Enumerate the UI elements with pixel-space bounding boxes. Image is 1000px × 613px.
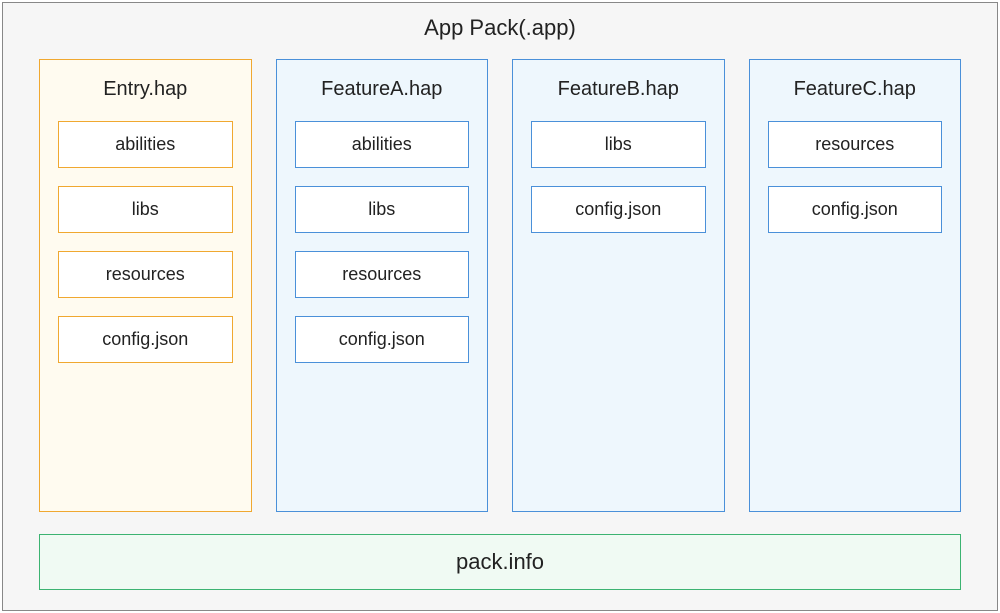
hap-item-libs: libs	[58, 186, 233, 233]
hap-item-abilities: abilities	[58, 121, 233, 168]
hap-item-libs: libs	[295, 186, 470, 233]
pack-info-box: pack.info	[39, 534, 961, 590]
hap-item-config: config.json	[58, 316, 233, 363]
hap-entry-box: Entry.hap abilities libs resources confi…	[39, 59, 252, 512]
hap-item-resources: resources	[768, 121, 943, 168]
hap-item-config: config.json	[531, 186, 706, 233]
hap-item-resources: resources	[58, 251, 233, 298]
hap-title: Entry.hap	[58, 78, 233, 101]
hap-item-config: config.json	[295, 316, 470, 363]
hap-feature-c-box: FeatureC.hap resources config.json	[749, 59, 962, 512]
hap-title: FeatureB.hap	[531, 78, 706, 101]
app-pack-container: App Pack(.app) Entry.hap abilities libs …	[2, 2, 998, 611]
hap-columns: Entry.hap abilities libs resources confi…	[39, 59, 961, 512]
hap-item-libs: libs	[531, 121, 706, 168]
diagram-title: App Pack(.app)	[39, 15, 961, 41]
hap-item-config: config.json	[768, 186, 943, 233]
hap-title: FeatureC.hap	[768, 78, 943, 101]
hap-item-abilities: abilities	[295, 121, 470, 168]
hap-title: FeatureA.hap	[295, 78, 470, 101]
hap-feature-b-box: FeatureB.hap libs config.json	[512, 59, 725, 512]
hap-feature-a-box: FeatureA.hap abilities libs resources co…	[276, 59, 489, 512]
hap-item-resources: resources	[295, 251, 470, 298]
